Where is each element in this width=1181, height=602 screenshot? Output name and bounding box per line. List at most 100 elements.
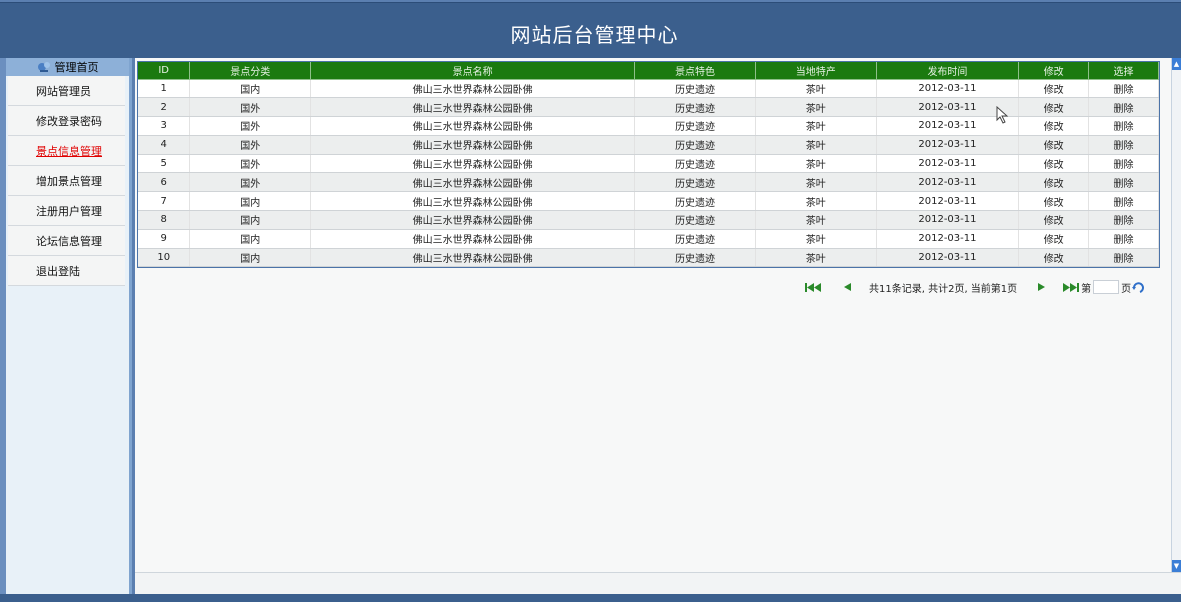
scroll-down-icon[interactable]: ▼: [1172, 560, 1181, 572]
delete-link[interactable]: 删除: [1088, 97, 1159, 118]
cell-category: 国内: [189, 210, 312, 230]
attractions-table: ID 景点分类 景点名称 景点特色 当地特产 发布时间 修改 选择 1 国内 佛山三…: [138, 62, 1159, 268]
sidebar-home[interactable]: 管理首页: [6, 58, 129, 76]
first-page-icon[interactable]: [805, 281, 821, 293]
delete-link[interactable]: 删除: [1088, 135, 1159, 155]
sidebar-item-change-password[interactable]: 修改登录密码: [8, 106, 125, 136]
sidebar-item-logout[interactable]: 退出登陆: [8, 256, 125, 286]
edit-link[interactable]: 修改: [1018, 191, 1090, 212]
table-row: 9 国内 佛山三水世界森林公园卧佛 历史遗迹 茶叶 2012-03-11 修改 删除: [138, 229, 1159, 249]
page-number-input[interactable]: [1093, 280, 1120, 294]
main-content: ID 景点分类 景点名称 景点特色 当地特产 发布时间 修改 选择 1 国内 佛山三…: [135, 58, 1171, 594]
table-row: 1 国内 佛山三水世界森林公园卧佛 历史遗迹 茶叶 2012-03-11 修改 删除: [138, 79, 1159, 99]
column-header: ID: [138, 62, 191, 80]
sidebar-item-add-attraction[interactable]: 增加景点管理: [8, 166, 125, 196]
delete-link[interactable]: 删除: [1088, 79, 1159, 99]
cell-date: 2012-03-11: [876, 135, 1020, 155]
cell-category: 国内: [189, 248, 312, 268]
delete-link[interactable]: 删除: [1088, 191, 1159, 212]
sidebar-item-label: 景点信息管理: [36, 144, 102, 158]
cell-name: 佛山三水世界森林公园卧佛: [310, 154, 636, 174]
last-page-icon[interactable]: [1063, 281, 1080, 293]
next-page-icon[interactable]: [1033, 281, 1049, 293]
delete-link[interactable]: 删除: [1088, 248, 1159, 268]
column-header: 景点名称: [310, 62, 636, 80]
page-title: 网站后台管理中心: [510, 23, 679, 47]
cell-date: 2012-03-11: [876, 191, 1020, 212]
table-row: 4 国外 佛山三水世界森林公园卧佛 历史遗迹 茶叶 2012-03-11 修改 删除: [138, 135, 1159, 155]
sidebar-item-admins[interactable]: 网站管理员: [8, 76, 125, 106]
bottom-bar: [135, 572, 1181, 594]
cell-feature: 历史遗迹: [634, 135, 756, 155]
delete-link[interactable]: 删除: [1088, 229, 1159, 249]
attractions-table-wrapper: ID 景点分类 景点名称 景点特色 当地特产 发布时间 修改 选择 1 国内 佛山三…: [137, 61, 1160, 268]
delete-link[interactable]: 删除: [1088, 172, 1159, 193]
cell-feature: 历史遗迹: [634, 97, 756, 118]
column-header: 景点特色: [634, 62, 756, 80]
column-header: 选择: [1088, 62, 1159, 80]
header-bar: 网站后台管理中心: [0, 2, 1181, 58]
page-prefix: 第: [1081, 283, 1092, 295]
cell-category: 国外: [189, 154, 312, 174]
edit-link[interactable]: 修改: [1018, 135, 1090, 155]
edit-link[interactable]: 修改: [1018, 229, 1090, 249]
cell-name: 佛山三水世界森林公园卧佛: [310, 191, 636, 212]
edit-link[interactable]: 修改: [1018, 248, 1090, 268]
delete-link[interactable]: 删除: [1088, 154, 1159, 174]
cell-name: 佛山三水世界森林公园卧佛: [310, 172, 636, 193]
cell-category: 国外: [189, 172, 312, 193]
cell-feature: 历史遗迹: [634, 172, 756, 193]
cell-specialty: 茶叶: [755, 229, 877, 249]
home-icon: [37, 61, 51, 73]
cell-date: 2012-03-11: [876, 248, 1020, 268]
cell-date: 2012-03-11: [876, 210, 1020, 230]
cell-category: 国内: [189, 191, 312, 212]
go-refresh-icon[interactable]: [1131, 281, 1145, 293]
cell-specialty: 茶叶: [755, 97, 877, 118]
sidebar-item-label: 注册用户管理: [36, 204, 102, 218]
cell-specialty: 茶叶: [755, 154, 877, 174]
sidebar-item-attractions[interactable]: 景点信息管理: [8, 136, 125, 166]
cell-id: 1: [138, 79, 191, 99]
sidebar-item-label: 网站管理员: [36, 84, 91, 98]
footer-bar: [0, 594, 1181, 602]
edit-link[interactable]: 修改: [1018, 154, 1090, 174]
cell-specialty: 茶叶: [755, 248, 877, 268]
cell-feature: 历史遗迹: [634, 210, 756, 230]
scroll-up-icon[interactable]: ▲: [1172, 58, 1181, 70]
sidebar-item-users[interactable]: 注册用户管理: [8, 196, 125, 226]
sidebar-item-label: 退出登陆: [36, 264, 80, 278]
edit-link[interactable]: 修改: [1018, 116, 1090, 136]
edit-link[interactable]: 修改: [1018, 97, 1090, 118]
cell-category: 国外: [189, 97, 312, 118]
edit-link[interactable]: 修改: [1018, 172, 1090, 193]
sidebar-home-label: 管理首页: [54, 61, 99, 74]
cell-name: 佛山三水世界森林公园卧佛: [310, 116, 636, 136]
cell-id: 10: [138, 248, 191, 268]
prev-page-icon[interactable]: [839, 281, 855, 293]
cell-name: 佛山三水世界森林公园卧佛: [310, 229, 636, 249]
table-header-row: ID 景点分类 景点名称 景点特色 当地特产 发布时间 修改 选择: [138, 62, 1159, 80]
cell-id: 9: [138, 229, 191, 249]
cell-feature: 历史遗迹: [634, 229, 756, 249]
vertical-scrollbar[interactable]: ▲ ▼: [1171, 58, 1181, 572]
delete-link[interactable]: 删除: [1088, 210, 1159, 230]
pagination: 共11条记录, 共计2页, 当前第1页 第 页: [805, 278, 1145, 296]
sidebar: 管理首页 网站管理员 修改登录密码 景点信息管理 增加景点管理 注册用户管理 论…: [6, 58, 132, 594]
cell-name: 佛山三水世界森林公园卧佛: [310, 210, 636, 230]
cell-name: 佛山三水世界森林公园卧佛: [310, 79, 636, 99]
cell-name: 佛山三水世界森林公园卧佛: [310, 97, 636, 118]
cell-category: 国内: [189, 79, 312, 99]
cell-specialty: 茶叶: [755, 135, 877, 155]
cell-id: 3: [138, 116, 191, 136]
sidebar-item-forum[interactable]: 论坛信息管理: [8, 226, 125, 256]
table-row: 5 国外 佛山三水世界森林公园卧佛 历史遗迹 茶叶 2012-03-11 修改 删除: [138, 154, 1159, 174]
delete-link[interactable]: 删除: [1088, 116, 1159, 136]
edit-link[interactable]: 修改: [1018, 210, 1090, 230]
sidebar-item-label: 增加景点管理: [36, 174, 102, 188]
table-row: 6 国外 佛山三水世界森林公园卧佛 历史遗迹 茶叶 2012-03-11 修改 删除: [138, 172, 1159, 193]
cell-name: 佛山三水世界森林公园卧佛: [310, 135, 636, 155]
cell-category: 国内: [189, 229, 312, 249]
edit-link[interactable]: 修改: [1018, 79, 1090, 99]
cell-specialty: 茶叶: [755, 79, 877, 99]
